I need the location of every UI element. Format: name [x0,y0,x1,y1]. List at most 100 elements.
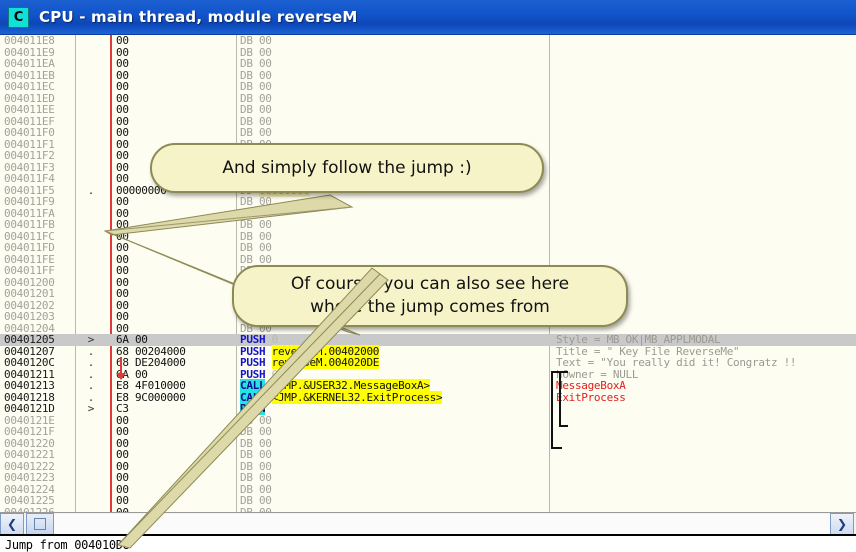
table-row[interactable]: 004011EE 00 DB 00 [0,104,856,116]
row-address: 0040121F [4,425,55,438]
row-disassembly: DB 00 [240,241,272,254]
window-titlebar[interactable]: C CPU - main thread, module reverseM [0,0,856,34]
row-address: 004011EA [4,57,55,70]
row-disassembly: DB 00 [240,448,272,461]
arg-brace-inner [559,371,568,427]
callout-follow-jump: And simply follow the jump :) [150,143,544,193]
row-address: 004011EE [4,103,55,116]
table-row[interactable]: 0040121F 00 DB 00 [0,426,856,438]
row-disassembly: DB 00 [240,126,272,139]
row-hex-dump: 00 [116,264,129,277]
row-hex-dump: 00 [116,310,129,323]
callout-jump-origin-text: Of course, you can also see here where t… [291,273,569,319]
table-row[interactable]: 004011EC 00 DB 00 [0,81,856,93]
table-row[interactable]: 0040120C. 68 DE204000 PUSH reverseM.004020… [0,356,856,369]
row-address: 004011FF [4,264,55,277]
row-disassembly: DB 00 [240,103,272,116]
table-row[interactable]: 00401213. E8 4F010000 CALL <JMP.&USER32.Me… [0,379,856,392]
table-row[interactable]: 00401225 00 DB 00 [0,495,856,507]
row-hex-dump: 00 [116,448,129,461]
row-hex-dump: 00 [116,287,129,300]
table-row[interactable]: 004011EA 00 DB 00 [0,58,856,70]
row-hex-dump: 00 [116,80,129,93]
table-row[interactable]: 004011F9 00 DB 00 [0,196,856,208]
row-address: 00401223 [4,471,55,484]
status-bar: Jump from 004010D8 [0,534,856,552]
row-comment: Style = MB_OK|MB_APPLMODAL [556,333,721,346]
status-bar-text: Jump from 004010D8 [5,538,130,552]
row-hex-dump: 00 [116,126,129,139]
row-address: 0040121D [4,402,55,415]
scroll-right-arrow-icon[interactable]: ❯ [830,513,854,535]
row-address: 004011F4 [4,172,55,185]
row-address: 0040120C [4,356,55,369]
callout-jump-origin-line2: where the jump comes from [310,297,550,317]
horizontal-scrollbar[interactable]: ❮ ❯ [0,512,856,535]
callout-jump-origin: Of course, you can also see here where t… [232,265,628,327]
row-mark: . [87,356,95,369]
row-hex-dump: 00 [116,241,129,254]
scrollbar-grip-icon [34,518,46,530]
row-address: 004011F2 [4,149,55,162]
scroll-left-arrow-icon[interactable]: ❮ [0,513,24,535]
row-hex-dump: E8 4F010000 [116,379,186,392]
table-row[interactable]: 004011FD 00 DB 00 [0,242,856,254]
row-address: 004011E8 [4,34,55,47]
cpu-window: C CPU - main thread, module reverseM 004… [0,0,856,552]
row-disassembly: DB 00 [240,80,272,93]
row-disassembly: DB 00 [240,57,272,70]
row-mark: . [87,183,95,197]
row-operand: reverseM.004020DE [271,356,380,369]
row-disassembly: DB 00 [240,34,272,47]
row-address: 004011EC [4,80,55,93]
row-disassembly: CALL <JMP.&KERNEL32.ExitProcess> [240,390,443,404]
row-hex-dump: 00 [116,494,129,507]
row-address: 00401213 [4,379,55,392]
row-hex-dump: C3 [116,402,129,415]
row-mark: . [87,379,95,392]
row-hex-dump: 00 [116,103,129,116]
table-row[interactable]: 00401205 >6A 00 PUSH 0 Style = MB_OK|MB_APP… [0,334,856,346]
row-disassembly: RETN [240,402,266,415]
table-row[interactable]: 004011F0 00 DB 00 [0,127,856,139]
row-hex-dump: 00 [116,218,129,231]
row-disassembly: DB 00 [240,471,272,484]
table-row[interactable]: 004011FB 00 DB 00 [0,219,856,231]
window-title: CPU - main thread, module reverseM [39,8,358,26]
row-hex-dump: 00 [116,149,129,162]
row-disassembly: DB 00 [240,195,272,208]
table-row[interactable]: 00401223 00 DB 00 [0,472,856,484]
row-hex-dump: 00 [116,425,129,438]
row-address: 00401225 [4,494,55,507]
scrollbar-thumb[interactable] [26,513,54,535]
row-hex-dump: 00 [116,57,129,70]
row-address: 00401203 [4,310,55,323]
row-mark: > [87,402,95,415]
callout-follow-jump-text: And simply follow the jump :) [222,158,472,178]
row-disassembly: CALL <JMP.&USER32.MessageBoxA> [240,379,430,392]
jump-target-arrow-head [116,373,126,380]
callout-jump-origin-line1: Of course, you can also see here [290,274,570,294]
cpu-app-icon: C [8,6,29,28]
row-address: 00401201 [4,287,55,300]
scrollbar-track[interactable] [54,514,830,534]
table-row[interactable]: 004011E8 00 DB 00 [0,35,856,47]
row-operand: <JMP.&KERNEL32.ExitProcess> [271,390,443,404]
table-row[interactable]: 00401221 00 DB 00 [0,449,856,461]
row-hex-dump: 68 DE204000 [116,356,186,369]
row-hex-dump: 00 [116,471,129,484]
row-disassembly: DB 00 [240,494,272,507]
row-disassembly: DB 00 [240,218,272,231]
row-address: 004011F9 [4,195,55,208]
table-row[interactable]: 0040121D > C3 RETN [0,402,856,415]
row-hex-dump: 00 [116,34,129,47]
row-comment: Text = "You really did it! Congratz !! [556,356,797,369]
row-hex-dump: 00 [116,172,129,185]
row-disassembly: DB 00 [240,425,272,438]
row-address: 00401221 [4,448,55,461]
row-mark: > [87,333,95,346]
row-address: 00401205 [4,333,55,346]
row-address: 004011FB [4,218,55,231]
row-hex-dump: 6A 00 [116,333,148,346]
row-hex-dump: 00 [116,195,129,208]
